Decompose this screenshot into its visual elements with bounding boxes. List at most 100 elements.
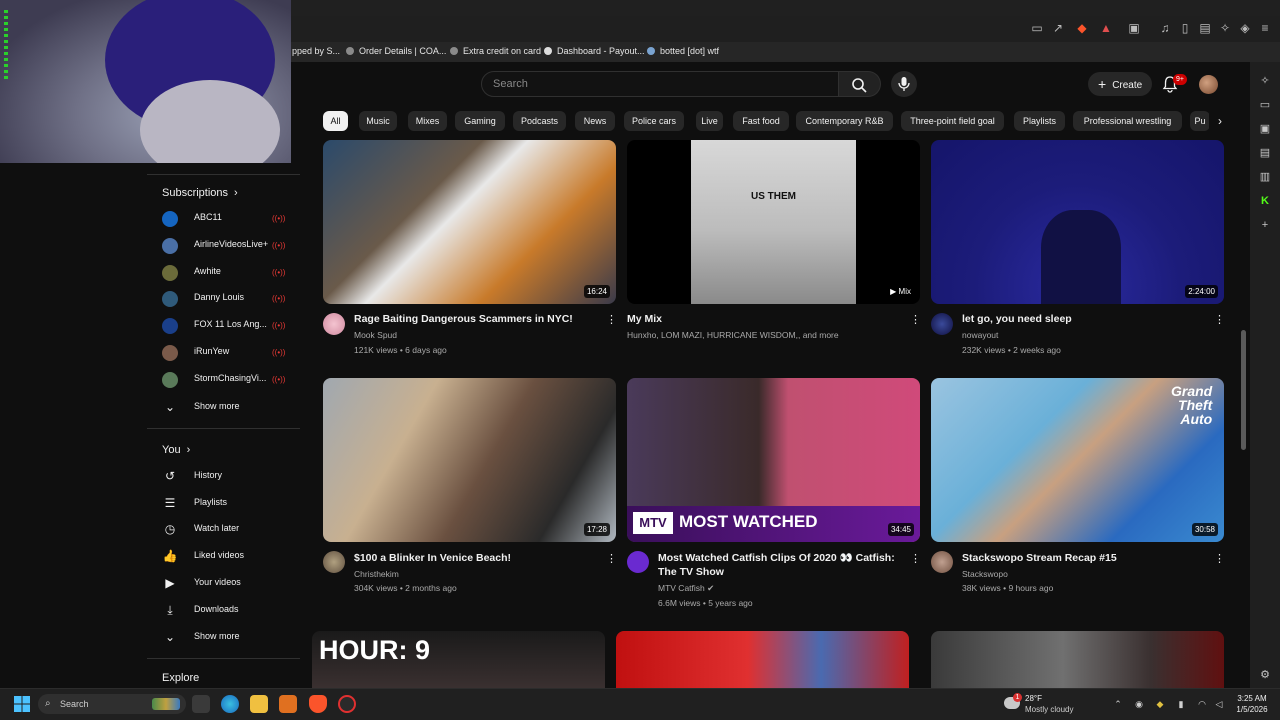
sidebar-item-downloads[interactable]: ⤓ Downloads [162, 600, 290, 620]
video-title[interactable]: My Mix [627, 312, 872, 326]
chip-contemporary-r-b[interactable]: Contemporary R&B [796, 111, 893, 131]
channel-avatar[interactable] [931, 313, 953, 335]
extension-icon[interactable]: ▣ [1127, 21, 1141, 35]
chip-news[interactable]: News [575, 111, 615, 131]
video-thumbnail[interactable]: US THEM ▶ Mix [627, 140, 920, 304]
more-options-icon[interactable]: ⋮ [606, 552, 617, 566]
cast-icon[interactable]: ▭ [1030, 21, 1044, 35]
video-title[interactable]: Stackswopo Stream Recap #15 [962, 551, 1207, 565]
leo-ai-icon[interactable]: ✧ [1258, 74, 1272, 88]
app-icon[interactable] [279, 695, 297, 713]
sidebar-item-playlists[interactable]: ☰ Playlists [162, 493, 290, 513]
windows-start-icon[interactable] [14, 696, 30, 712]
task-view-icon[interactable] [192, 695, 210, 713]
chip-professional-wrestling[interactable]: Professional wrestling [1073, 111, 1182, 131]
chips-next-arrow-icon[interactable]: › [1209, 110, 1231, 132]
chip-live[interactable]: Live [696, 111, 723, 131]
share-icon[interactable]: ↗ [1051, 21, 1065, 35]
video-thumbnail[interactable]: Grand Theft Auto 30:58 [931, 378, 1224, 542]
chip-music[interactable]: Music [359, 111, 397, 131]
more-options-icon[interactable]: ⋮ [910, 552, 921, 566]
add-panel-icon[interactable]: + [1258, 218, 1272, 232]
volume-icon[interactable]: ◁ [1213, 698, 1225, 710]
sidebar-item-your-videos[interactable]: ▶ Your videos [162, 573, 290, 593]
sidebar-toggle-icon[interactable]: ▯ [1178, 21, 1192, 35]
weather-widget[interactable]: 1 28°F Mostly cloudy [1004, 693, 1084, 717]
subscription-item[interactable]: iRunYew ((•)) [162, 343, 290, 363]
history-panel-icon[interactable]: ▥ [1258, 170, 1272, 184]
chip-gaming[interactable]: Gaming [455, 111, 505, 131]
channel-name[interactable]: Mook Spud [354, 330, 397, 340]
menu-icon[interactable]: ≡ [1258, 21, 1272, 35]
edge-browser-icon[interactable] [221, 695, 239, 713]
channel-name[interactable]: MTV Catfish ✔ [658, 583, 714, 594]
chip-playlists[interactable]: Playlists [1014, 111, 1065, 131]
leo-ai-icon[interactable]: ✧ [1218, 21, 1232, 35]
video-thumbnail[interactable]: 17:28 [323, 378, 616, 542]
channel-name[interactable]: Christhekim [354, 569, 399, 579]
network-icon[interactable]: ◉ [1133, 698, 1145, 710]
vpn-icon[interactable]: ◈ [1238, 21, 1252, 35]
reading-list-icon[interactable]: ▭ [1258, 98, 1272, 112]
bookmark-item[interactable]: pped by S... [292, 46, 340, 56]
subscription-item[interactable]: Danny Louis ((•)) [162, 289, 290, 309]
brave-browser-icon[interactable] [309, 695, 327, 713]
chip-pu[interactable]: Pu [1190, 111, 1210, 131]
video-title[interactable]: let go, you need sleep [962, 312, 1207, 326]
more-options-icon[interactable]: ⋮ [910, 313, 921, 327]
channel-name[interactable]: nowayout [962, 330, 998, 340]
video-thumbnail[interactable] [931, 631, 1224, 688]
subscriptions-heading[interactable]: Subscriptions › [162, 187, 238, 199]
video-thumbnail[interactable]: HOUR: 9 [312, 631, 605, 688]
channel-avatar[interactable] [323, 313, 345, 335]
more-options-icon[interactable]: ⋮ [1214, 313, 1225, 327]
sidebar-item-liked-videos[interactable]: 👍 Liked videos [162, 546, 290, 566]
music-icon[interactable]: ♫ [1158, 21, 1172, 35]
bookmarks-panel-icon[interactable]: ▣ [1258, 122, 1272, 136]
wallet-icon[interactable]: ▤ [1198, 21, 1212, 35]
video-thumbnail[interactable] [616, 631, 909, 688]
bookmark-item[interactable]: botted [dot] wtf [647, 46, 719, 56]
bookmark-item[interactable]: Dashboard - Payout... [544, 46, 645, 56]
subscription-item[interactable]: FOX 11 Los Ang... ((•)) [162, 316, 290, 336]
subscription-item[interactable]: StormChasingVi... ((•)) [162, 370, 290, 390]
bookmark-item[interactable]: Extra credit on card [450, 46, 541, 56]
channel-avatar[interactable] [627, 551, 649, 573]
channel-name[interactable]: Stackswopo [962, 569, 1008, 579]
scrollbar-thumb[interactable] [1241, 330, 1246, 450]
taskbar-search[interactable]: ⌕ Search [38, 694, 186, 714]
kick-icon[interactable]: K [1258, 194, 1272, 208]
notes-icon[interactable]: ▤ [1258, 146, 1272, 160]
chip-all[interactable]: All [323, 111, 348, 131]
obs-icon[interactable] [338, 695, 356, 713]
channel-avatar[interactable] [323, 551, 345, 573]
subscription-item[interactable]: Awhite ((•)) [162, 263, 290, 283]
settings-icon[interactable]: ⚙ [1258, 668, 1272, 682]
chip-mixes[interactable]: Mixes [408, 111, 447, 131]
search-input[interactable]: Search [481, 71, 839, 97]
brave-rewards-icon[interactable]: ▲ [1099, 21, 1113, 35]
video-title[interactable]: $100 a Blinker In Venice Beach! [354, 551, 599, 565]
video-thumbnail[interactable]: MTV MOST WATCHED 34:45 [627, 378, 920, 542]
video-title[interactable]: Rage Baiting Dangerous Scammers in NYC! [354, 312, 599, 326]
subscription-item[interactable]: AirlineVideosLive+ ((•)) [162, 236, 290, 256]
chip-three-point-field-goal[interactable]: Three-point field goal [901, 111, 1004, 131]
channel-avatar[interactable] [931, 551, 953, 573]
subscription-item[interactable]: ABC11 ((•)) [162, 209, 290, 229]
subscriptions-show-more[interactable]: ⌄ Show more [162, 397, 290, 417]
brave-shield-icon[interactable]: ◆ [1075, 21, 1089, 35]
more-options-icon[interactable]: ⋮ [1214, 552, 1225, 566]
chip-police-cars[interactable]: Police cars [624, 111, 684, 131]
more-options-icon[interactable]: ⋮ [606, 313, 617, 327]
microphone-icon[interactable]: ▮ [1175, 698, 1187, 710]
video-title[interactable]: Most Watched Catfish Clips Of 2020 👀 Cat… [658, 551, 908, 579]
video-thumbnail[interactable]: 2:24:00 [931, 140, 1224, 304]
chip-fast-food[interactable]: Fast food [733, 111, 789, 131]
create-button[interactable]: + Create [1088, 72, 1152, 96]
search-button[interactable] [839, 71, 881, 97]
bookmark-item[interactable]: Order Details | COA... [346, 46, 446, 56]
app-tray-icon[interactable]: ◆ [1154, 698, 1166, 710]
you-heading[interactable]: You › [162, 444, 190, 456]
you-show-more[interactable]: ⌄ Show more [162, 627, 290, 647]
chip-podcasts[interactable]: Podcasts [513, 111, 566, 131]
